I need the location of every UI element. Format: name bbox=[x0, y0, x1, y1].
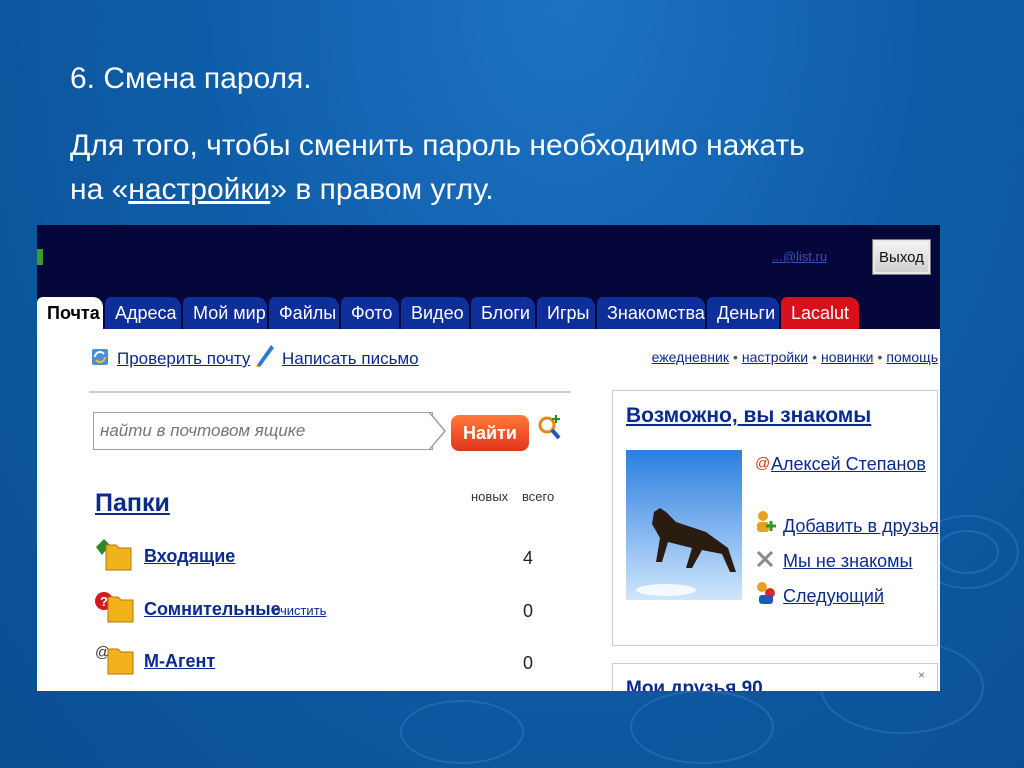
my-friends-panel: Мои друзья 90 × bbox=[612, 663, 938, 691]
top-right-links: ежедневник • настройки • новинки • помощь bbox=[652, 349, 938, 365]
find-button[interactable]: Найти bbox=[451, 415, 529, 451]
not-known-link[interactable]: Мы не знакомы bbox=[783, 551, 913, 572]
mail-content: Проверить почту Написать письмо ежедневн… bbox=[37, 329, 940, 691]
close-icon[interactable]: × bbox=[918, 668, 925, 682]
close-icon[interactable] bbox=[755, 549, 775, 569]
tab-money[interactable]: Деньги bbox=[707, 297, 779, 329]
email-icon: @ bbox=[755, 455, 771, 472]
settings-highlight: настройки bbox=[128, 173, 271, 206]
tab-photo[interactable]: Фото bbox=[341, 297, 399, 329]
divider bbox=[89, 391, 571, 393]
slide-text-part2: » в правом углу. bbox=[270, 173, 494, 206]
maybe-you-know-title[interactable]: Возможно, вы знакомы bbox=[626, 404, 871, 428]
tab-games[interactable]: Игры bbox=[537, 297, 595, 329]
slide-body-text: Для того, чтобы сменить пароль необходим… bbox=[70, 124, 830, 212]
search-field-arrow-icon bbox=[429, 412, 446, 450]
check-mail-link[interactable]: Проверить почту bbox=[117, 349, 250, 369]
next-person-link[interactable]: Следующий bbox=[783, 586, 884, 607]
tab-blogs[interactable]: Блоги bbox=[471, 297, 535, 329]
profile-photo[interactable] bbox=[626, 450, 742, 600]
exit-button[interactable]: Выход bbox=[872, 239, 931, 275]
news-link[interactable]: новинки bbox=[821, 349, 873, 365]
agent-folder-icon: @ bbox=[95, 644, 134, 675]
suggested-person-name[interactable]: Алексей Степанов bbox=[771, 454, 926, 475]
calendar-link[interactable]: ежедневник bbox=[652, 349, 729, 365]
spam-total: 0 bbox=[523, 601, 534, 621]
bg-ripple bbox=[400, 700, 524, 764]
add-friend-link[interactable]: Добавить в друзья bbox=[783, 516, 939, 537]
main-tabs: Почта Адреса Мой мир Файлы Фото Видео Бл… bbox=[37, 291, 940, 329]
add-friend-icon[interactable] bbox=[755, 509, 777, 533]
advanced-search-icon[interactable] bbox=[537, 413, 563, 443]
inbox-folder-icon bbox=[96, 539, 132, 571]
separator: • bbox=[732, 349, 738, 365]
col-total-header: всего bbox=[522, 489, 555, 504]
compose-icon[interactable] bbox=[253, 343, 275, 367]
mail-search-input[interactable] bbox=[93, 412, 433, 450]
maybe-you-know-panel: Возможно, вы знакомы @ Алексей Степанов … bbox=[612, 390, 939, 646]
folder-inbox[interactable]: Входящие bbox=[144, 546, 235, 567]
tab-files[interactable]: Файлы bbox=[269, 297, 339, 329]
spam-folder-icon: ? bbox=[95, 592, 134, 623]
refresh-mail-icon[interactable] bbox=[89, 345, 111, 369]
bg-ripple bbox=[630, 690, 774, 764]
tab-my-world[interactable]: Мой мир bbox=[183, 297, 267, 329]
m-agent-total: 0 bbox=[523, 653, 534, 673]
col-new-header: новых bbox=[471, 489, 509, 504]
slide-title: 6. Смена пароля. bbox=[70, 62, 312, 95]
folder-spam[interactable]: Сомнительные bbox=[144, 599, 281, 620]
tab-addresses[interactable]: Адреса bbox=[105, 297, 181, 329]
settings-link[interactable]: настройки bbox=[742, 349, 808, 365]
next-person-icon[interactable] bbox=[755, 581, 777, 605]
folder-m-agent[interactable]: М-Агент bbox=[144, 651, 215, 672]
my-friends-title[interactable]: Мои друзья 90 bbox=[626, 678, 763, 691]
separator: • bbox=[877, 349, 883, 365]
tab-mail[interactable]: Почта bbox=[37, 297, 103, 329]
logo-fragment bbox=[37, 249, 43, 265]
tab-dating[interactable]: Знакомства bbox=[597, 297, 705, 329]
separator: • bbox=[812, 349, 818, 365]
svg-text:?: ? bbox=[100, 594, 108, 609]
tab-video[interactable]: Видео bbox=[401, 297, 469, 329]
inbox-total: 4 bbox=[523, 548, 534, 568]
write-mail-link[interactable]: Написать письмо bbox=[282, 349, 419, 369]
mail-header: ...@list.ru Выход bbox=[37, 225, 940, 291]
mail-screenshot: ...@list.ru Выход Почта Адреса Мой мир Ф… bbox=[37, 225, 940, 691]
folders-title[interactable]: Папки bbox=[95, 489, 170, 518]
clear-spam-link[interactable]: очистить bbox=[273, 603, 326, 618]
tab-lacalut[interactable]: Lacalut bbox=[781, 297, 859, 329]
help-link[interactable]: помощь bbox=[886, 349, 938, 365]
account-link[interactable]: ...@list.ru bbox=[772, 249, 827, 264]
